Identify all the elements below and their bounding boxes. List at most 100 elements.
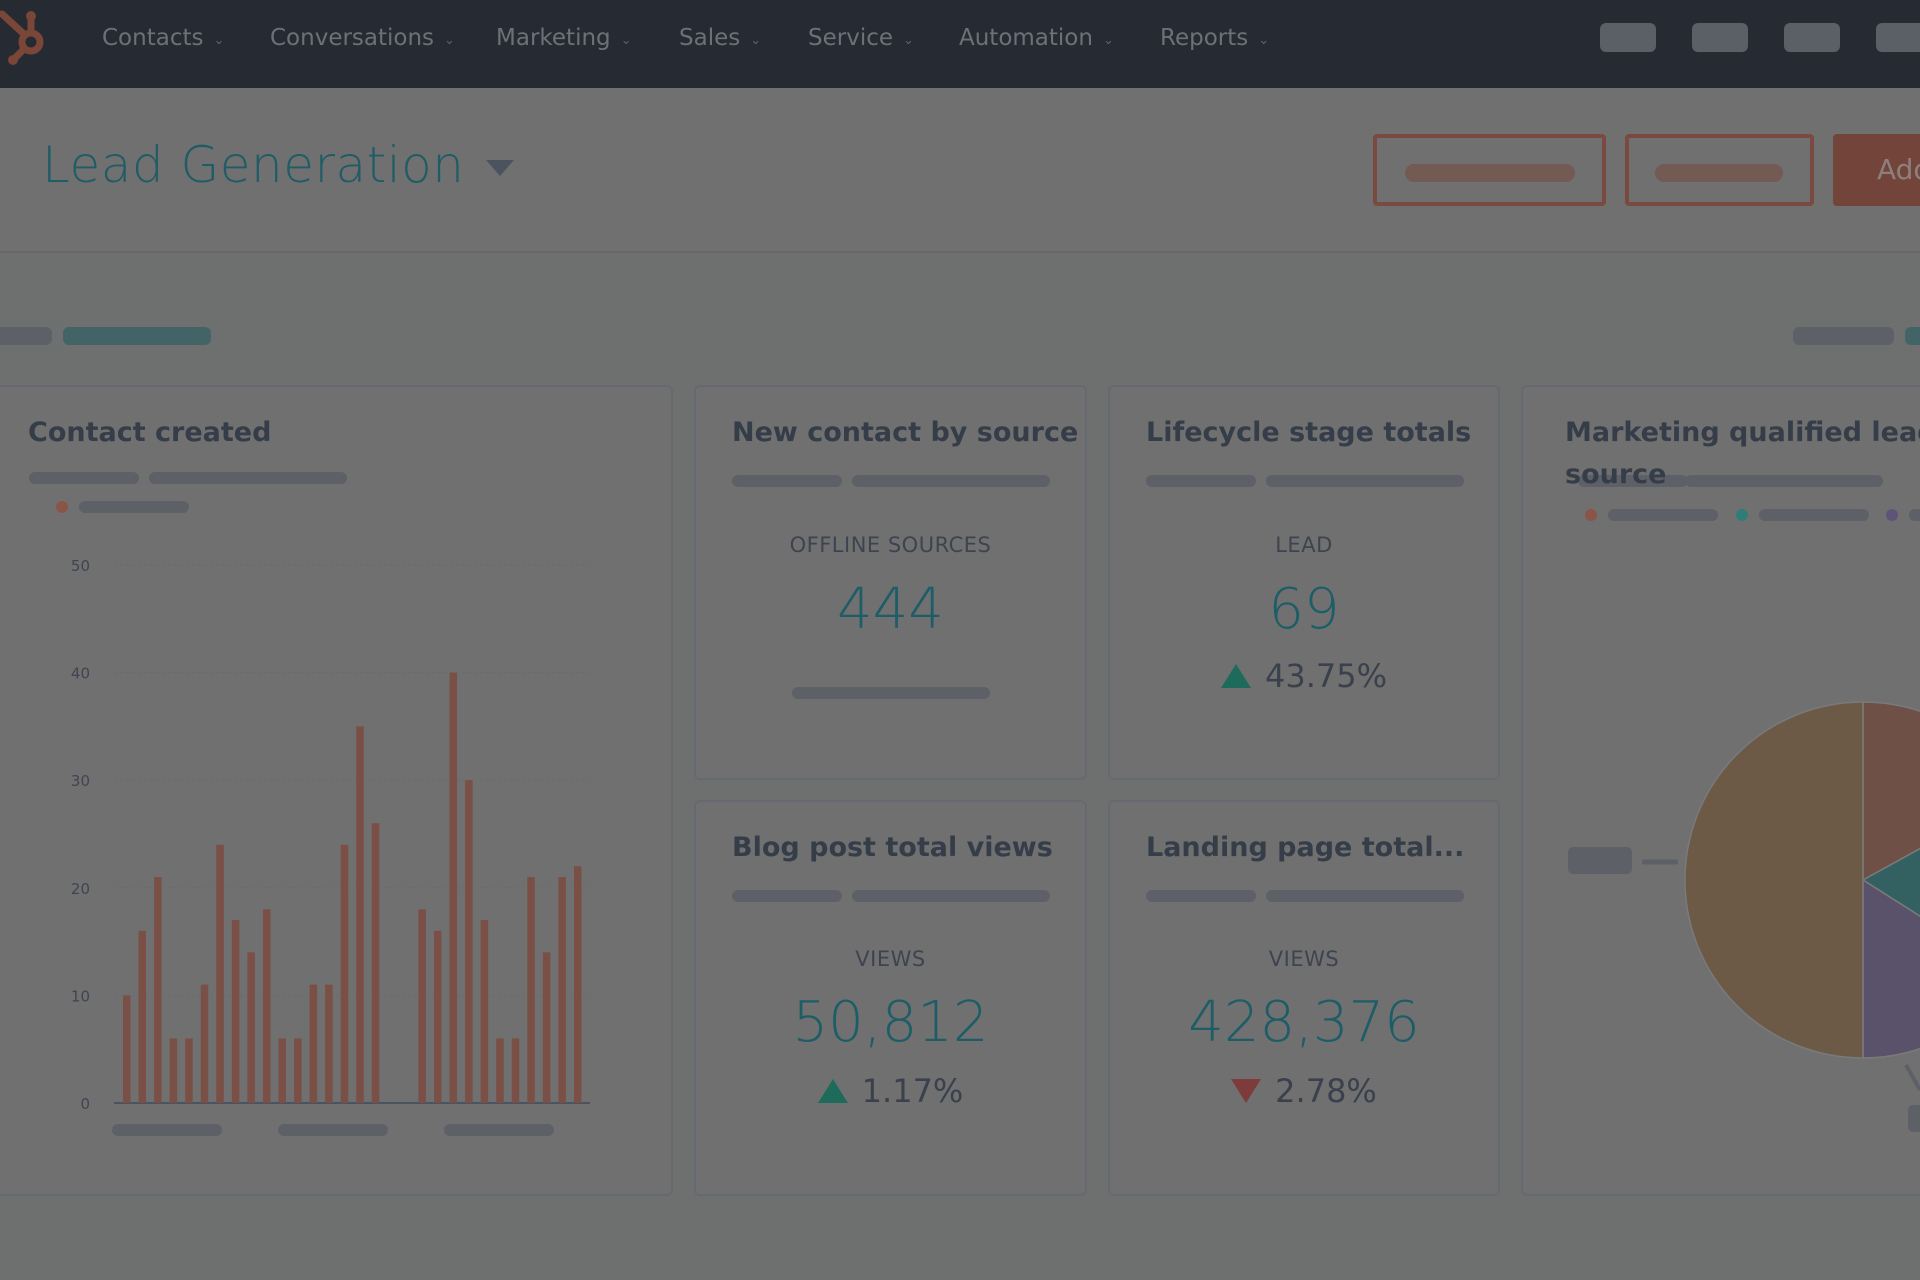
legend-label-placeholder [79,501,189,513]
nav-utility-button-4[interactable] [1876,23,1920,52]
card-title-line-1: Marketing qualified leads [1565,417,1920,448]
bar[interactable] [138,930,147,1103]
subtitle-placeholder [732,890,842,902]
stat-change-value: 43.75% [1264,657,1387,695]
bar[interactable] [371,823,380,1103]
legend-dot [56,501,68,513]
pie-slice[interactable] [1684,701,1864,1059]
nav-utility-button-3[interactable] [1784,23,1840,52]
card-landing-page-total[interactable]: Landing page total... VIEWS 428,376 2.78… [1108,800,1500,1196]
stat-label: OFFLINE SOURCES [789,533,992,557]
y-tick-label: 50 [71,557,90,575]
stat-footer-placeholder [792,687,990,699]
stat-change: 2.78% [1110,1072,1498,1110]
bar[interactable] [185,1038,193,1103]
stat-value: 50,812 [792,990,989,1055]
page-title: Lead Generation [42,136,465,194]
header-action-button-2[interactable] [1625,134,1814,206]
caret-down-icon [486,160,515,176]
bar[interactable] [309,984,318,1103]
y-tick-label: 40 [71,665,90,683]
nav-sales[interactable]: Sales ⌄ [679,22,761,54]
bar[interactable] [262,909,271,1103]
nav-automation-label: Automation [959,25,1093,51]
nav-marketing-label: Marketing [496,25,611,51]
bar[interactable] [247,952,255,1103]
bar[interactable] [527,877,535,1103]
bar[interactable] [356,726,364,1103]
subtitle-placeholder [1146,890,1256,902]
card-new-contact-by-source[interactable]: New contact by source OFFLINE SOURCES 44… [694,385,1087,780]
bar[interactable] [294,1038,302,1103]
stat-label: VIEWS [1268,947,1340,971]
pie-label-placeholder [1908,1105,1920,1132]
stat-value: 444 [837,577,944,642]
filter-pill-active[interactable] [63,327,211,345]
add-button[interactable]: Add [1833,134,1920,206]
stat-change: 43.75% [1110,657,1498,695]
card-title: Contact created [28,417,272,448]
subtitle-placeholder [149,472,347,484]
nav-sales-label: Sales [679,25,741,51]
bar[interactable] [449,672,458,1103]
bar[interactable] [325,984,333,1103]
legend-dot [1736,509,1748,521]
bar[interactable] [123,995,131,1103]
subtitle-placeholder [852,475,1050,487]
header-action-button-1[interactable] [1373,134,1606,206]
filter-pill-active[interactable] [1905,327,1920,345]
card-lifecycle-stage-totals[interactable]: Lifecycle stage totals LEAD 69 43.75% [1108,385,1500,780]
trend-down-icon [1231,1079,1262,1103]
subtitle-placeholder [1266,475,1464,487]
dashboard-selector[interactable]: Lead Generation [42,136,515,194]
subtitle-placeholder [732,475,842,487]
legend-dot [1886,509,1898,521]
bar[interactable] [480,920,489,1103]
nav-marketing[interactable]: Marketing ⌄ [496,22,632,54]
card-title: Landing page total... [1146,832,1465,863]
card-title: New contact by source [732,417,1079,448]
stat-label: VIEWS [855,947,926,971]
bar[interactable] [418,909,426,1103]
bar[interactable] [231,920,240,1103]
bar[interactable] [558,877,566,1103]
bar[interactable] [278,1038,287,1103]
nav-conversations-label: Conversations [270,25,435,51]
nav-service[interactable]: Service ⌄ [808,22,914,54]
nav-contacts[interactable]: Contacts ⌄ [102,22,224,54]
subtitle-placeholder [29,472,139,484]
hubspot-logo-icon[interactable] [0,0,60,70]
bar[interactable] [340,844,349,1103]
nav-automation[interactable]: Automation ⌄ [959,22,1114,54]
legend-label-placeholder [1909,509,1920,521]
filter-pill[interactable] [0,327,52,345]
card-blog-post-total-views[interactable]: Blog post total views VIEWS 50,812 1.17% [694,800,1087,1196]
stat-label: LEAD [1275,533,1333,557]
bar[interactable] [511,1038,520,1103]
stat-value: 428,376 [1188,990,1420,1055]
y-tick-label: 30 [71,772,90,790]
bar[interactable] [154,877,162,1103]
nav-reports-label: Reports [1160,25,1249,51]
bar[interactable] [496,1038,504,1103]
contact-created-bar-chart: 0 10 20 30 40 50 [71,557,590,1113]
bar[interactable] [434,930,442,1103]
nav-reports[interactable]: Reports ⌄ [1160,22,1269,54]
bar[interactable] [200,984,209,1103]
card-title: Blog post total views [732,832,1053,863]
bar[interactable] [573,866,582,1103]
bar[interactable] [465,780,473,1103]
card-title-line-2: source [1565,459,1667,490]
nav-conversations[interactable]: Conversations ⌄ [270,22,455,54]
bar[interactable] [216,844,224,1103]
bar[interactable] [542,952,551,1103]
top-nav: Contacts ⌄ Conversations ⌄ Marketing ⌄ S… [0,0,1920,88]
stat-change-value: 2.78% [1275,1072,1377,1110]
nav-utility-button-2[interactable] [1692,23,1748,52]
bar[interactable] [169,1038,178,1103]
button-label-placeholder [1655,164,1783,182]
chevron-down-icon: ⌄ [444,32,455,48]
nav-utility-button-1[interactable] [1600,23,1656,52]
mql-pie-chart [1568,701,1920,1132]
filter-pill[interactable] [1793,327,1894,345]
